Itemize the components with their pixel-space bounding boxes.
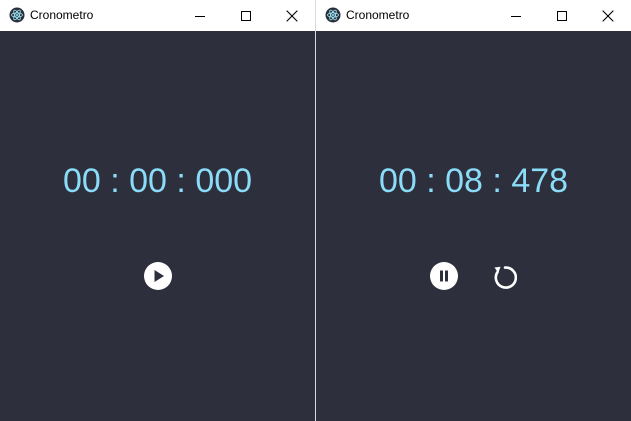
reset-button[interactable]	[487, 261, 517, 291]
seconds: 08	[445, 162, 483, 200]
seconds: 00	[129, 162, 167, 200]
pause-icon	[430, 262, 458, 290]
atom-icon	[325, 7, 341, 23]
separator: :	[426, 162, 436, 200]
close-icon	[286, 10, 298, 21]
minimize-button[interactable]	[177, 0, 223, 31]
maximize-button[interactable]	[539, 0, 585, 31]
minutes: 00	[378, 162, 417, 200]
close-button[interactable]	[269, 0, 315, 31]
maximize-icon	[557, 10, 567, 21]
play-button[interactable]	[143, 261, 173, 291]
milliseconds: 478	[511, 162, 569, 200]
stopwatch-panel: 00 : 08 : 478	[316, 31, 631, 421]
maximize-icon	[241, 10, 251, 21]
separator: :	[492, 162, 502, 200]
time-display: 00 : 00 : 000	[0, 161, 315, 201]
separator: :	[110, 162, 120, 200]
title-bar[interactable]: Cronometro	[0, 0, 315, 31]
title-bar[interactable]: Cronometro	[316, 0, 631, 31]
atom-icon	[9, 7, 25, 23]
stopwatch-panel: 00 : 00 : 000	[0, 31, 315, 421]
minimize-icon	[195, 15, 205, 17]
window-title: Cronometro	[30, 8, 94, 22]
time-display: 00 : 08 : 478	[316, 161, 631, 201]
window-cronometro-stopped: Cronometro 00 : 00 : 000	[0, 0, 315, 421]
minimize-icon	[511, 15, 521, 17]
window-cronometro-running: Cronometro 00 : 08 : 478	[316, 0, 631, 421]
window-title: Cronometro	[346, 8, 410, 22]
minimize-button[interactable]	[493, 0, 539, 31]
play-icon	[144, 262, 172, 290]
close-icon	[602, 10, 614, 21]
separator: :	[176, 162, 186, 200]
milliseconds: 000	[195, 162, 253, 200]
pause-button[interactable]	[429, 261, 459, 291]
close-button[interactable]	[585, 0, 631, 31]
maximize-button[interactable]	[223, 0, 269, 31]
minutes: 00	[62, 162, 101, 200]
reset-icon	[494, 266, 517, 289]
